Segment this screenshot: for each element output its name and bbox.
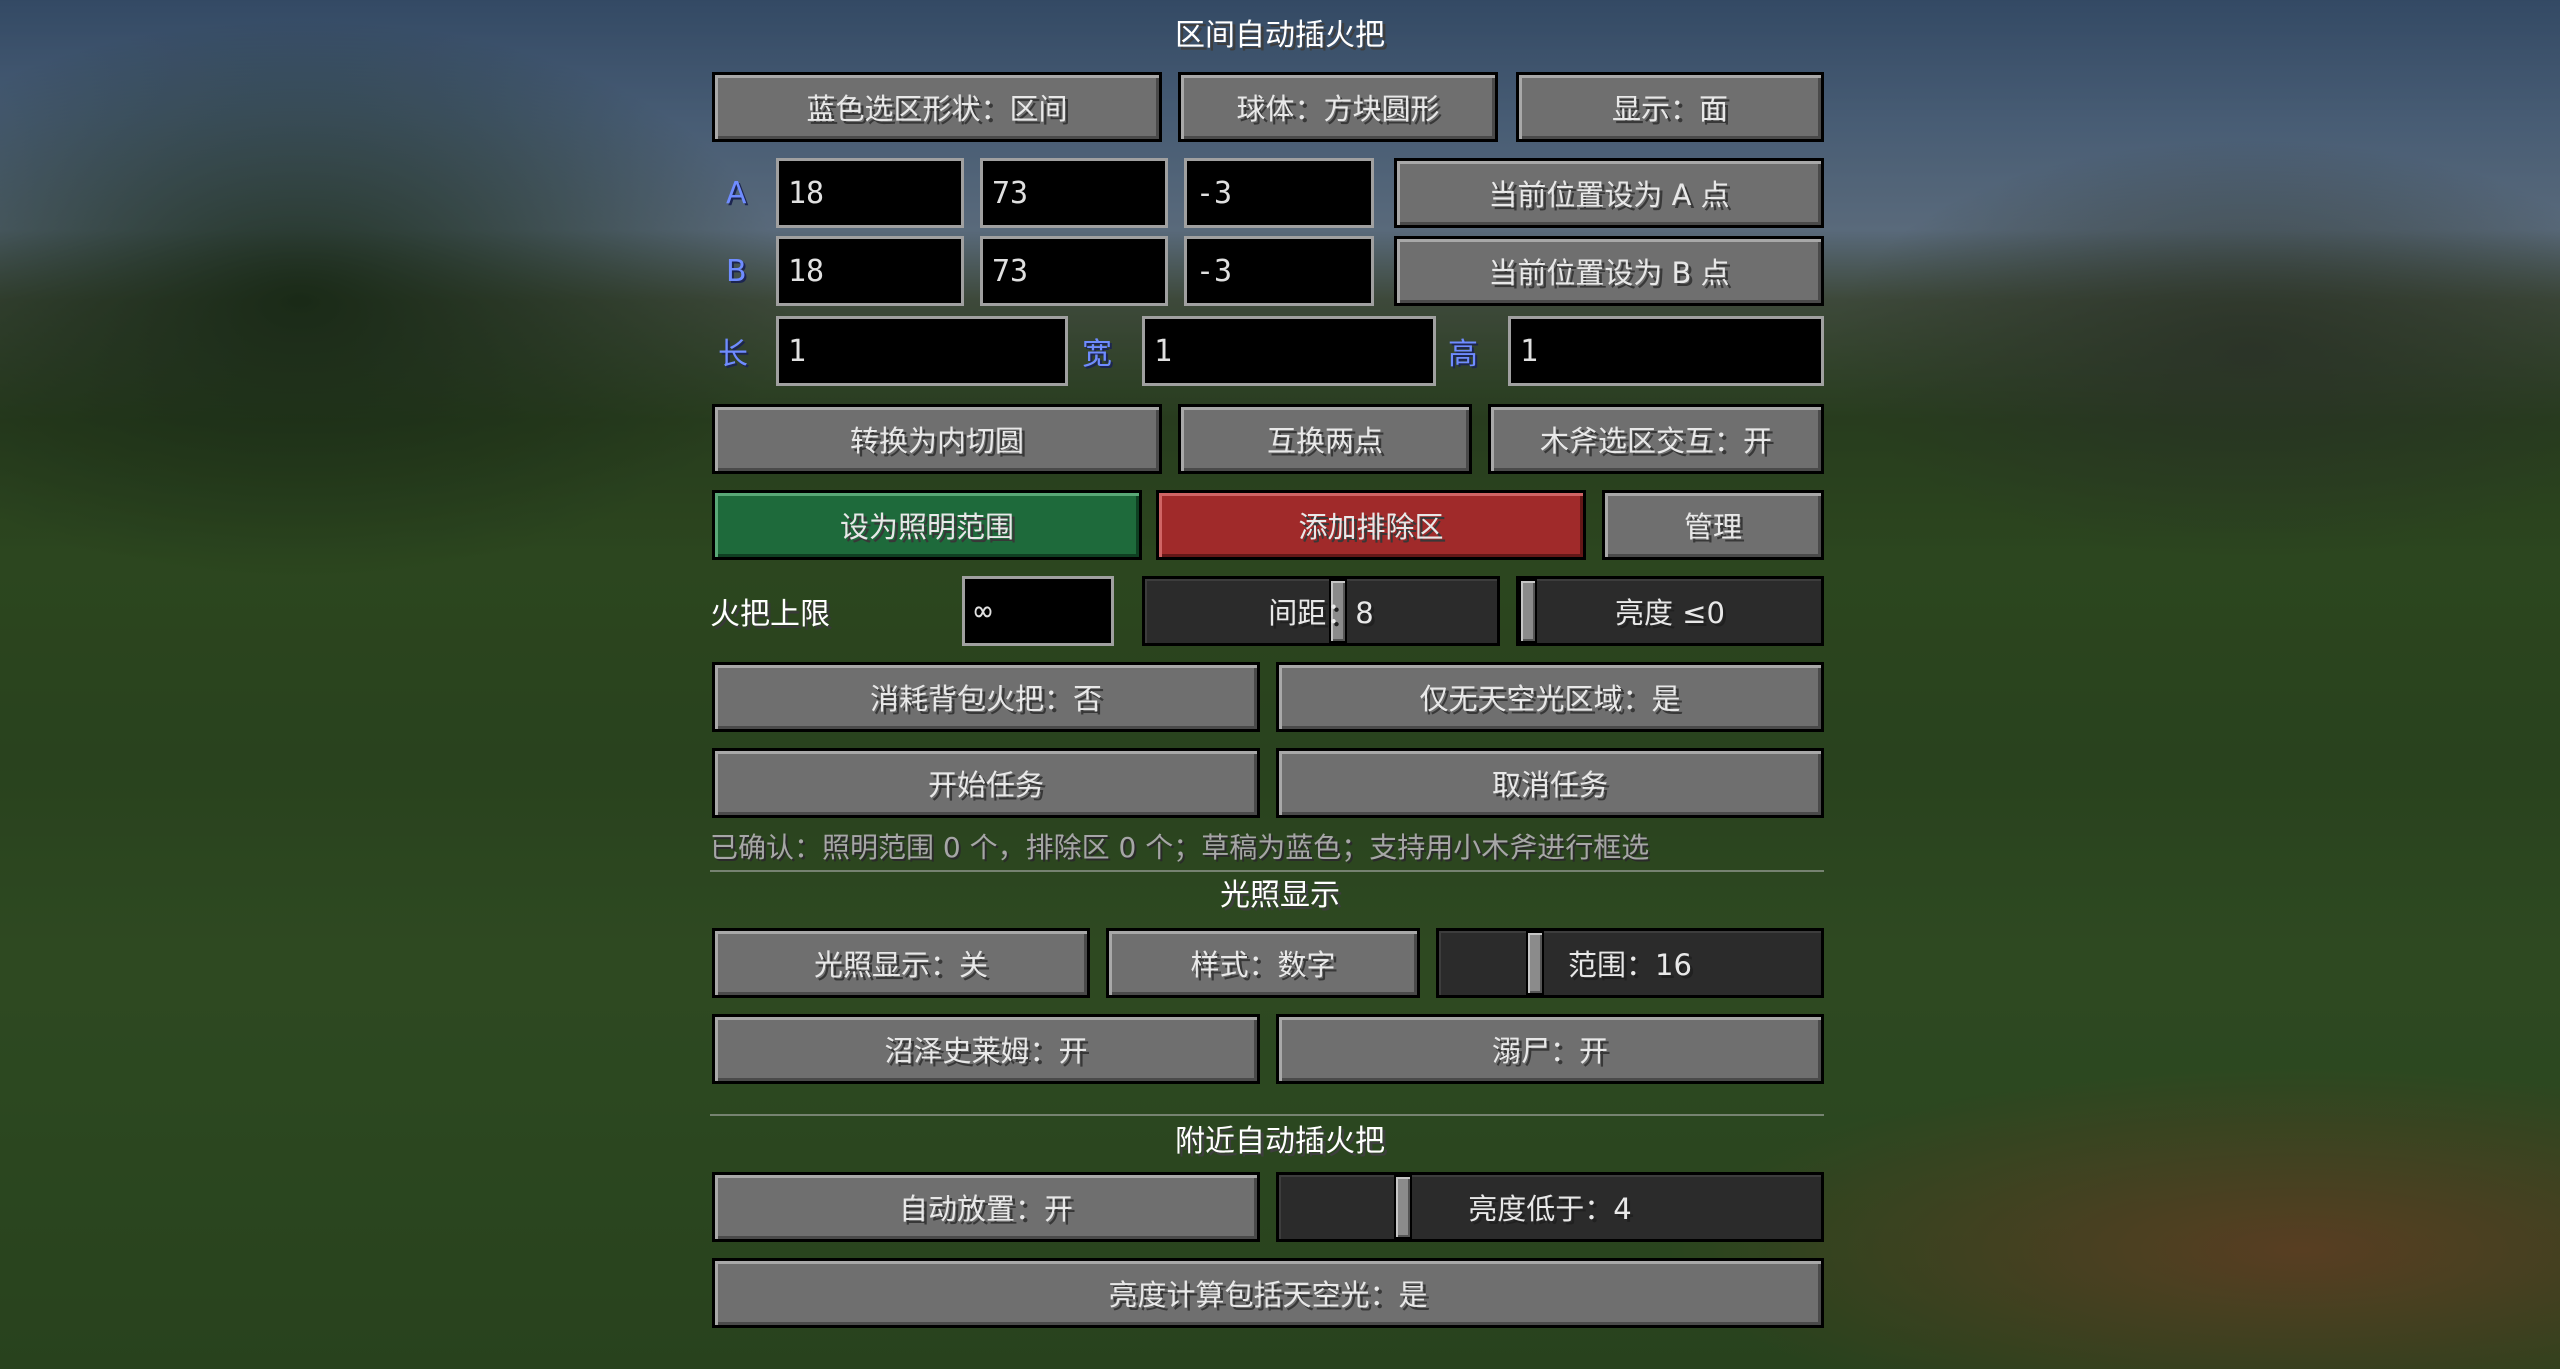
torch-limit-input[interactable]: ∞ — [962, 576, 1114, 646]
selection-shape-button[interactable]: 蓝色选区形状：区间 — [712, 72, 1162, 142]
length-input[interactable]: 1 — [776, 316, 1068, 386]
auto-place-button[interactable]: 自动放置：开 — [712, 1172, 1260, 1242]
width-label: 宽 — [1082, 337, 1112, 372]
divider-nearby — [710, 1114, 1824, 1116]
add-exclude-zone-button[interactable]: 添加排除区 — [1156, 490, 1586, 560]
height-label: 高 — [1448, 337, 1478, 372]
brightness-threshold-slider[interactable]: 亮度低于：4 — [1276, 1172, 1824, 1242]
point-a-z-input[interactable]: -3 — [1184, 158, 1374, 228]
manage-button[interactable]: 管理 — [1602, 490, 1824, 560]
brightness-threshold-slider-handle[interactable] — [1394, 1175, 1412, 1239]
section-title-light-display: 光照显示 — [1220, 878, 1340, 913]
point-b-y-input[interactable]: 73 — [980, 236, 1168, 306]
spacing-slider[interactable]: 间距：8 — [1142, 576, 1500, 646]
brightness-threshold-slider-label: 亮度低于：4 — [1468, 1192, 1632, 1226]
light-display-toggle-button[interactable]: 光照显示：关 — [712, 928, 1090, 998]
width-input[interactable]: 1 — [1142, 316, 1436, 386]
length-label: 长 — [718, 337, 748, 372]
torch-limit-label: 火把上限 — [710, 597, 830, 632]
point-a-x-input[interactable]: 18 — [776, 158, 964, 228]
axe-interaction-button[interactable]: 木斧选区交互：开 — [1488, 404, 1824, 474]
set-point-a-button[interactable]: 当前位置设为 A 点 — [1394, 158, 1824, 228]
swap-points-button[interactable]: 互换两点 — [1178, 404, 1472, 474]
height-input[interactable]: 1 — [1508, 316, 1824, 386]
point-b-z-input[interactable]: -3 — [1184, 236, 1374, 306]
point-b-x-input[interactable]: 18 — [776, 236, 964, 306]
brightness-slider-label: 亮度 ≤0 — [1615, 596, 1725, 630]
drowned-button[interactable]: 溺尸：开 — [1276, 1014, 1824, 1084]
swamp-slime-button[interactable]: 沼泽史莱姆：开 — [712, 1014, 1260, 1084]
sphere-mode-button[interactable]: 球体：方块圆形 — [1178, 72, 1498, 142]
brightness-slider-handle[interactable] — [1519, 579, 1537, 643]
point-a-label: A — [726, 175, 747, 211]
spacing-slider-label: 间距：8 — [1268, 596, 1374, 630]
point-b-label: B — [726, 253, 747, 289]
no-sky-light-only-button[interactable]: 仅无天空光区域：是 — [1276, 662, 1824, 732]
cancel-task-button[interactable]: 取消任务 — [1276, 748, 1824, 818]
set-point-b-button[interactable]: 当前位置设为 B 点 — [1394, 236, 1824, 306]
light-range-slider-handle[interactable] — [1526, 931, 1544, 995]
section-title-area-torch: 区间自动插火把 — [1175, 18, 1385, 53]
point-a-y-input[interactable]: 73 — [980, 158, 1168, 228]
light-range-slider-label: 范围：16 — [1568, 948, 1692, 982]
consume-inventory-torch-button[interactable]: 消耗背包火把：否 — [712, 662, 1260, 732]
brightness-slider[interactable]: 亮度 ≤0 — [1516, 576, 1824, 646]
light-style-button[interactable]: 样式：数字 — [1106, 928, 1420, 998]
display-mode-button[interactable]: 显示：面 — [1516, 72, 1824, 142]
set-light-range-button[interactable]: 设为照明范围 — [712, 490, 1142, 560]
status-text: 已确认：照明范围 0 个，排除区 0 个；草稿为蓝色；支持用小木斧进行框选 — [710, 831, 1650, 864]
inscribe-circle-button[interactable]: 转换为内切圆 — [712, 404, 1162, 474]
section-title-nearby-torch: 附近自动插火把 — [1175, 1124, 1385, 1159]
start-task-button[interactable]: 开始任务 — [712, 748, 1260, 818]
light-range-slider[interactable]: 范围：16 — [1436, 928, 1824, 998]
divider-light — [710, 870, 1824, 872]
include-sky-light-button[interactable]: 亮度计算包括天空光：是 — [712, 1258, 1824, 1328]
